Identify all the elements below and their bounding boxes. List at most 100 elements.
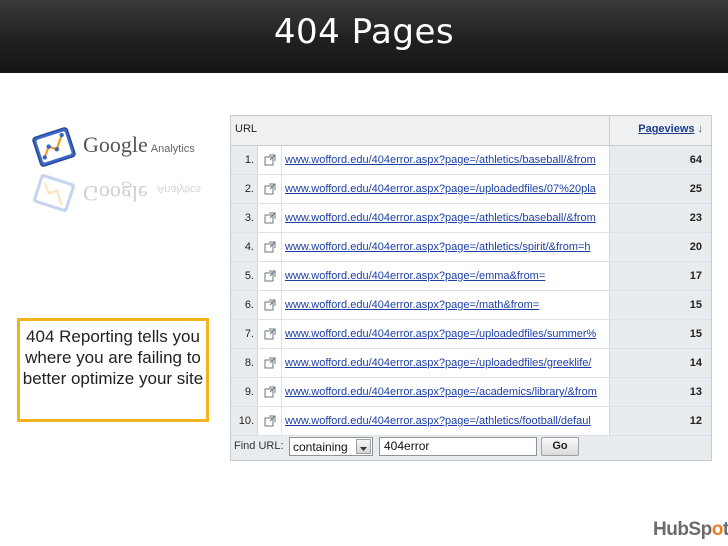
row-url-link[interactable]: www.wofford.edu/404error.aspx?page=/athl… [285,204,603,232]
row-number: 7. [231,320,258,348]
row-pageviews: 14 [689,357,702,369]
cell-divider [281,320,282,348]
row-number: 3. [231,204,258,232]
cell-divider [281,175,282,203]
find-url-input[interactable]: 404error [379,437,537,456]
row-url-link[interactable]: www.wofford.edu/404error.aspx?page=/athl… [285,146,603,174]
callout-text: 404 Reporting tells you where you are fa… [22,327,204,388]
analytics-wordmark: Analytics [150,143,195,155]
hubspot-logo: HubSpot [653,519,728,541]
cell-divider [281,233,282,261]
logo-reflection: Google Analytics [33,173,202,213]
pageviews-cell: 15 [609,291,711,319]
open-external-icon[interactable] [264,154,276,166]
pageviews-cell: 17 [609,262,711,290]
table-row: 9. www.wofford.edu/404error.aspx?page=/a… [231,378,711,407]
hubspot-wordmark-a: HubSp [653,519,712,540]
find-url-label: Find URL: [234,440,284,452]
table-row: 5. www.wofford.edu/404error.aspx?page=/e… [231,262,711,291]
row-pageviews: 23 [689,212,702,224]
row-pageviews: 15 [689,299,702,311]
match-mode-value[interactable]: containing [293,440,348,454]
table-header: URL Pageviews ↓ [231,116,711,146]
row-url-link[interactable]: www.wofford.edu/404error.aspx?page=/math… [285,291,603,319]
column-header-url: URL [235,123,258,135]
callout-box: 404 Reporting tells you where you are fa… [17,318,209,422]
column-header-pageviews[interactable]: Pageviews ↓ [638,123,703,135]
row-pageviews: 25 [689,183,702,195]
cell-divider [281,262,282,290]
analytics-chart-icon [32,127,76,167]
pageviews-cell: 64 [609,146,711,174]
slide-title: 404 Pages [273,12,455,52]
open-external-icon[interactable] [264,328,276,340]
row-url-link[interactable]: www.wofford.edu/404error.aspx?page=/uplo… [285,349,603,377]
table-row: 3. www.wofford.edu/404error.aspx?page=/a… [231,204,711,233]
row-number: 2. [231,175,258,203]
row-pageviews: 13 [689,386,702,398]
cell-divider [281,291,282,319]
row-pageviews: 20 [689,241,702,253]
cell-divider [281,204,282,232]
cell-divider [281,349,282,377]
row-number: 4. [231,233,258,261]
open-external-icon[interactable] [264,270,276,282]
pageviews-cell: 14 [609,349,711,377]
row-number: 6. [231,291,258,319]
row-url-link[interactable]: www.wofford.edu/404error.aspx?page=/uplo… [285,175,603,203]
hubspot-sprocket: o [711,519,724,540]
title-bar: 404 Pages [0,0,728,73]
open-external-icon[interactable] [264,386,276,398]
google-wordmark: Google [83,132,148,157]
header-divider [609,116,610,145]
svg-text:Analytics: Analytics [157,183,202,195]
hubspot-wordmark-b: t [722,519,728,540]
pageviews-cell: 25 [609,175,711,203]
table-row: 6. www.wofford.edu/404error.aspx?page=/m… [231,291,711,320]
go-button[interactable]: Go [541,437,579,456]
open-external-icon[interactable] [264,415,276,427]
pageviews-cell: 13 [609,378,711,406]
table-body: 1. www.wofford.edu/404error.aspx?page=/a… [231,146,711,436]
open-external-icon[interactable] [264,241,276,253]
row-number: 9. [231,378,258,406]
find-url-bar: Find URL: containing 404error Go [231,434,711,460]
row-number: 1. [231,146,258,174]
pageviews-cell: 20 [609,233,711,261]
table-row: 4. www.wofford.edu/404error.aspx?page=/a… [231,233,711,262]
pageviews-cell: 12 [609,407,711,435]
cell-divider [281,146,282,174]
cell-divider [281,407,282,435]
match-mode-select[interactable]: containing [289,437,373,456]
pageviews-label[interactable]: Pageviews [638,123,694,135]
pageviews-cell: 23 [609,204,711,232]
row-pageviews: 12 [689,415,702,427]
table-row: 1. www.wofford.edu/404error.aspx?page=/a… [231,146,711,175]
table-row: 7. www.wofford.edu/404error.aspx?page=/u… [231,320,711,349]
row-pageviews: 17 [689,270,702,282]
open-external-icon[interactable] [264,299,276,311]
dropdown-arrow-icon[interactable] [356,439,371,454]
row-number: 8. [231,349,258,377]
pageviews-cell: 15 [609,320,711,348]
open-external-icon[interactable] [264,183,276,195]
svg-text:Google: Google [83,181,148,206]
cell-divider [281,378,282,406]
google-analytics-wordmark: Google Analytics [83,132,195,158]
analytics-panel: URL Pageviews ↓ 1. www.wofford.edu/404err… [230,115,712,461]
table-row: 10. www.wofford.edu/404error.aspx?page=/… [231,407,711,436]
row-url-link[interactable]: www.wofford.edu/404error.aspx?page=/uplo… [285,320,603,348]
open-external-icon[interactable] [264,357,276,369]
google-analytics-logo: Google Analytics Google Analytics [31,120,211,213]
row-number: 10. [231,407,258,435]
row-pageviews: 64 [689,154,702,166]
open-external-icon[interactable] [264,212,276,224]
row-url-link[interactable]: www.wofford.edu/404error.aspx?page=/athl… [285,407,603,435]
row-pageviews: 15 [689,328,702,340]
row-number: 5. [231,262,258,290]
sort-descending-icon[interactable]: ↓ [698,123,704,135]
table-row: 8. www.wofford.edu/404error.aspx?page=/u… [231,349,711,378]
row-url-link[interactable]: www.wofford.edu/404error.aspx?page=/acad… [285,378,603,406]
row-url-link[interactable]: www.wofford.edu/404error.aspx?page=/athl… [285,233,603,261]
row-url-link[interactable]: www.wofford.edu/404error.aspx?page=/emma… [285,262,603,290]
